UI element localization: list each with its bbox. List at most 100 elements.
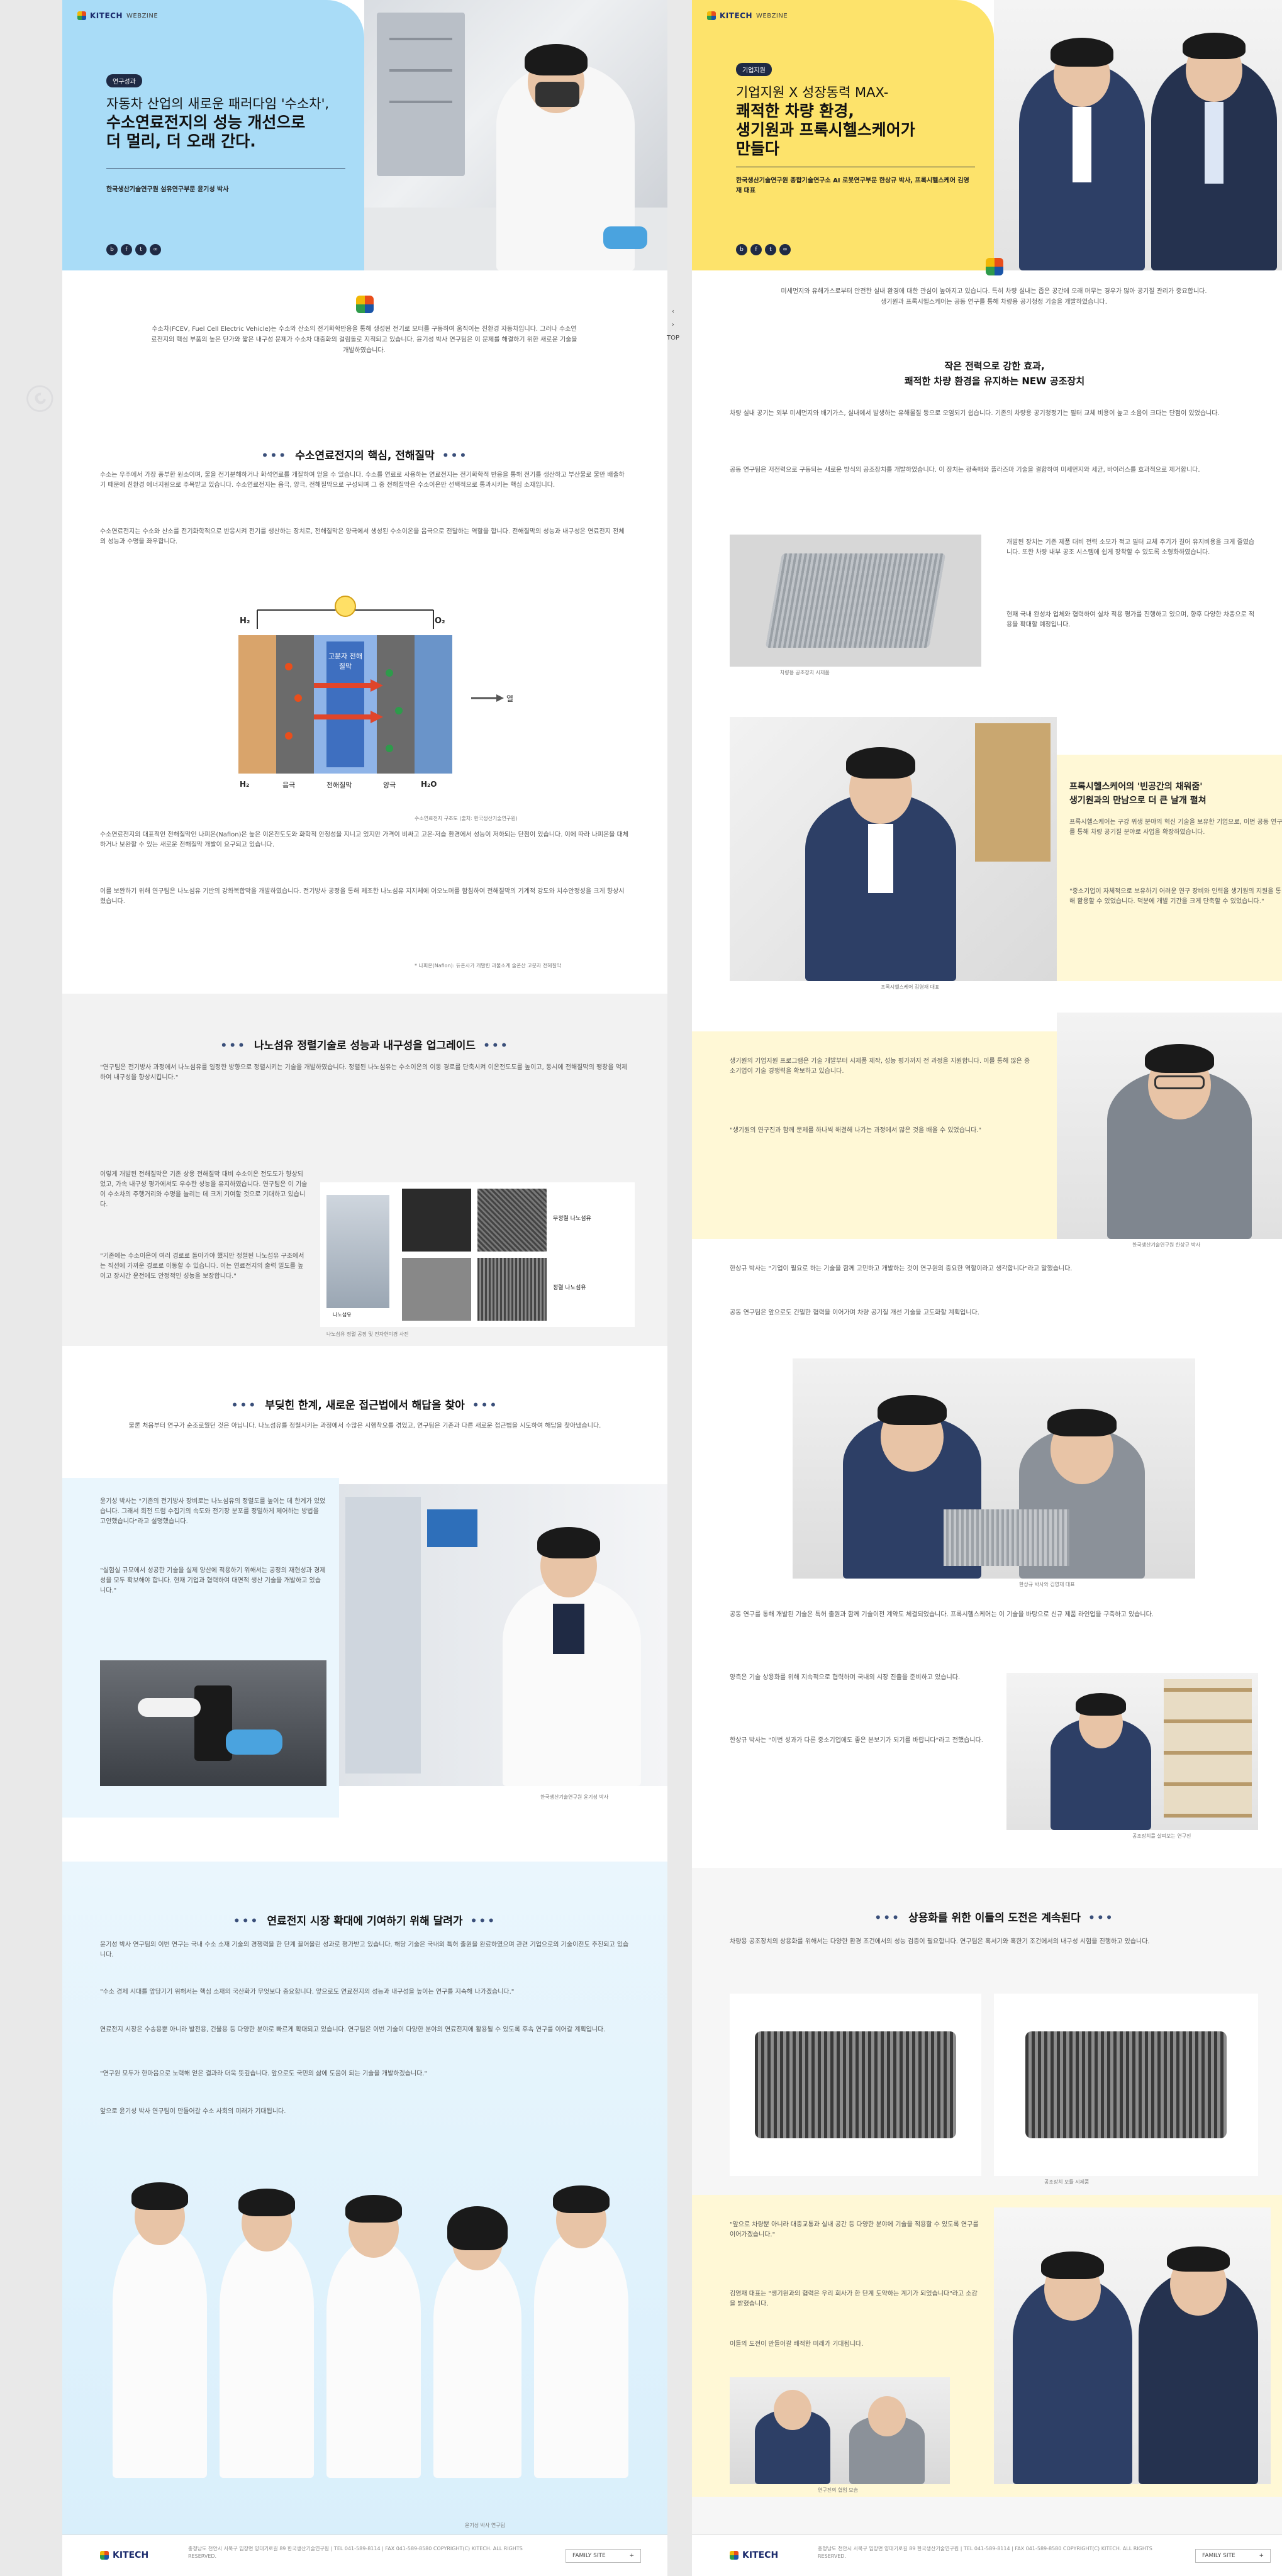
section-title-1: 작은 전력으로 강한 효과, 쾌적한 차량 환경을 유지하는 NEW 공조장치: [692, 358, 1282, 389]
plus-icon: +: [1259, 2553, 1264, 2559]
section-title-2: 프록시헬스케어의 '빈공간의 채워줌' 생기원과의 만남으로 더 큰 날개 펼쳐: [1069, 780, 1282, 808]
photo-caption: 한국생산기술연구원 한상규 박사: [1132, 1242, 1201, 1248]
diagram-label-o2: O₂: [435, 616, 445, 626]
link-icon[interactable]: ∞: [779, 244, 791, 255]
collaboration-photo: [730, 2377, 950, 2484]
hero-title-line3: 생기원과 프록시헬스케어가: [736, 121, 915, 139]
kitech-logo-icon: [100, 2551, 109, 2560]
diagram-label-h2: H₂: [240, 616, 250, 626]
paragraph: 양측은 기술 상용화를 위해 지속적으로 협력하며 국내외 시장 진출을 준비하…: [730, 1674, 961, 1681]
top-button[interactable]: TOP: [667, 335, 679, 341]
footer-logo[interactable]: KITECH: [100, 2550, 148, 2560]
interview-photo-ceo: [730, 717, 1057, 981]
diagram-label-membrane: 고분자 전해질막: [328, 652, 363, 670]
footer-info: 충청남도 천안시 서북구 입장면 양대기로길 89 한국생산기술연구원 | TE…: [818, 2546, 1152, 2559]
section-title-2-line2: 생기원과의 만남으로 더 큰 날개 펼쳐: [1069, 796, 1207, 806]
logo[interactable]: KITECH WEBZINE: [707, 11, 788, 20]
left-article: KITECH WEBZINE 연구성과 자동차 산업의 새로운 패러다임 '수소차…: [62, 0, 667, 2576]
section-title-4-text: 상용화를 위한 이들의 도전은 계속된다: [908, 1912, 1081, 1924]
facebook-icon[interactable]: f: [750, 244, 762, 255]
family-site-select[interactable]: FAMILY SITE +: [1195, 2549, 1271, 2563]
right-article: KITECHWEBZINE ≡ 기업지원 기업지원 X 성장동력 MAX- 쾌적…: [692, 0, 1282, 2576]
photo-caption: 한국생산기술연구원 윤기성 박사: [540, 1794, 609, 1800]
right-hero: KITECHWEBZINE ≡ 기업지원 기업지원 X 성장동력 MAX- 쾌적…: [692, 0, 1282, 270]
paragraph: "연구팀은 전기방사 과정에서 나노섬유를 일정한 방향으로 정렬시키는 기술을…: [100, 1064, 628, 1081]
left-hero: KITECH WEBZINE 연구성과 자동차 산업의 새로운 패러다임 '수소차…: [62, 0, 667, 270]
hero-title: 자동차 산업의 새로운 패러다임 '수소차', 수소연료전지의 성능 개선으로 …: [106, 94, 358, 151]
hero-photo-lab-researcher: [364, 0, 667, 270]
page-canvas: ⓒ KITECH WEBZINE 연구성과 자동차 산업의 새로운 패러다임 '수…: [0, 0, 1282, 2576]
section-title-1-text: 수소연료전지의 핵심, 전해질막: [295, 450, 435, 462]
section-title-2-line1: 프록시헬스케어의 '빈공간의 채워줌': [1069, 782, 1203, 792]
twitter-icon[interactable]: t: [765, 244, 776, 255]
paragraph: "기존에는 수소이온이 여러 경로로 돌아가야 했지만 정렬된 나노섬유 구조에…: [100, 1253, 304, 1280]
paragraph: 수소연료전지는 수소와 산소를 전기화학적으로 반응시켜 전기를 생산하는 장치…: [100, 528, 625, 545]
diagram-label-anode: 음극: [282, 781, 296, 789]
logo-sub: WEBZINE: [126, 12, 159, 19]
link-icon[interactable]: ∞: [150, 244, 161, 255]
family-site-select[interactable]: FAMILY SITE +: [566, 2549, 641, 2563]
hero-title-line4: 만들다: [736, 140, 780, 158]
section-title-1: ••• 수소연료전지의 핵심, 전해질막 •••: [261, 450, 469, 462]
paragraph: "앞으로 차량뿐 아니라 대중교통과 실내 공간 등 다양한 분야에 기술을 적…: [730, 2221, 979, 2238]
nanofiber-figure: 나노섬유 무정렬 나노섬유 정렬 나노섬유: [320, 1182, 635, 1327]
section-title-2-text: 나노섬유 정렬기술로 성능과 내구성을 업그레이드: [254, 1040, 476, 1052]
footer-logo-text: KITECH: [113, 2550, 149, 2560]
paragraph: 윤기성 박사 연구팀의 이번 연구는 국내 수소 소재 기술의 경쟁력을 한 단…: [100, 1941, 629, 1958]
paragraph: 차량 실내 공기는 외부 미세먼지와 배기가스, 실내에서 발생하는 유해물질 …: [730, 410, 1220, 417]
experiment-photo: [100, 1660, 326, 1786]
photo-caption: 한상규 박사와 김영재 대표: [1019, 1582, 1075, 1587]
chevron-left-icon[interactable]: ‹: [672, 308, 674, 315]
section-mark-icon: [986, 258, 1003, 275]
blog-icon[interactable]: b: [106, 244, 118, 255]
paragraph: "수소 경제 시대를 앞당기기 위해서는 핵심 소재의 국산화가 무엇보다 중요…: [100, 1989, 515, 1996]
module-photo-2: [994, 1994, 1258, 2176]
logo-sub: WEBZINE: [756, 12, 788, 19]
paragraph: 생기원의 기업지원 프로그램은 기술 개발부터 시제품 제작, 성능 평가까지 …: [730, 1058, 1030, 1075]
blog-icon[interactable]: b: [736, 244, 747, 255]
twitter-icon[interactable]: t: [135, 244, 147, 255]
section-title-4-text: 연료전지 시장 확대에 기여하기 위해 달려가: [267, 1915, 463, 1928]
paragraph: 차량용 공조장치의 상용화를 위해서는 다양한 환경 조건에서의 성능 검증이 …: [730, 1938, 1150, 1945]
hero-title-line2: 쾌적한 차량 환경,: [736, 102, 854, 120]
intro-text: 수소차(FCEV, Fuel Cell Electric Vehicle)는 수…: [151, 326, 577, 354]
category-badge: 기업지원: [736, 63, 772, 76]
facebook-icon[interactable]: f: [121, 244, 132, 255]
footer-logo[interactable]: KITECH: [730, 2550, 778, 2560]
photo-two-researchers: [793, 1358, 1195, 1579]
section-title-1-line1: 작은 전력으로 강한 효과,: [944, 360, 1045, 372]
diagram-label-electrolyte: 전해질막: [326, 781, 352, 789]
footnote: * 나피온(Nafion): 듀폰사가 개발한 과불소계 술폰산 고분자 전해질…: [415, 963, 562, 969]
paragraph: 윤기성 박사는 "기존의 전기방사 장비로는 나노섬유의 정렬도를 높이는 데 …: [100, 1498, 326, 1525]
paragraph: "중소기업이 자체적으로 보유하기 어려운 연구 장비와 인력을 생기원의 지원…: [1069, 888, 1281, 905]
figure-caption: 나노섬유 정렬 공정 및 전자현미경 사진: [326, 1331, 409, 1337]
paragraph: 이를 보완하기 위해 연구팀은 나노섬유 기반의 강화복합막을 개발하였습니다.…: [100, 888, 625, 905]
footer: KITECH 충청남도 천안시 서북구 입장면 양대기로길 89 한국생산기술연…: [692, 2534, 1282, 2576]
chevron-right-icon[interactable]: ›: [672, 321, 674, 328]
paragraph: "실험실 규모에서 성공한 기술을 실제 양산에 적용하기 위해서는 공정의 재…: [100, 1567, 326, 1594]
team-photo: [100, 2138, 630, 2478]
diagram-label-h2o: H₂O: [421, 780, 437, 789]
diagram-label-heat: 열: [506, 694, 514, 703]
figure-label: 정렬 나노섬유: [553, 1285, 586, 1291]
module-photo-1: [730, 1994, 981, 2176]
section-title-3-text: 부딪힌 한계, 새로운 접근법에서 해답을 찾아: [265, 1399, 465, 1412]
logo[interactable]: KITECH WEBZINE: [77, 11, 158, 20]
footer-info: 충청남도 천안시 서북구 입장면 양대기로길 89 한국생산기술연구원 | TE…: [188, 2546, 523, 2559]
paragraph: 공동 연구를 통해 개발된 기술은 특허 출원과 함께 기술이전 계약도 체결되…: [730, 1611, 1154, 1618]
hero-title-line2: 수소연료전지의 성능 개선으로: [106, 113, 306, 131]
paragraph: "연구원 모두가 한마음으로 노력해 얻은 결과라 더욱 뜻깊습니다. 앞으로도…: [100, 2070, 428, 2077]
section-title-3: ••• 부딪힌 한계, 새로운 접근법에서 해답을 찾아 •••: [231, 1399, 499, 1412]
figure-caption: 연구진의 협업 모습: [818, 2487, 858, 2493]
footer: KITECH 충청남도 천안시 서북구 입장면 양대기로길 89 한국생산기술연…: [62, 2534, 667, 2576]
logo-text: KITECH: [720, 11, 752, 20]
kitech-logo-icon: [707, 11, 716, 20]
paragraph: 물론 처음부터 연구가 순조로웠던 것은 아닙니다. 나노섬유를 정렬시키는 과…: [128, 1423, 601, 1430]
researcher-portrait: [339, 1484, 667, 1786]
figure-caption: 수소연료전지 구조도 (출처: 한국생산기술연구원): [415, 816, 518, 821]
diagram-label-h2-bottom: H₂: [240, 780, 250, 789]
kitech-logo-icon: [730, 2551, 739, 2560]
hero-photo-two-men: [994, 0, 1282, 270]
photo-caption: 공조장치를 살펴보는 연구진: [1132, 1833, 1191, 1839]
paragraph: 연료전지 시장은 수송용뿐 아니라 발전용, 건물용 등 다양한 분야로 빠르게…: [100, 2026, 606, 2033]
